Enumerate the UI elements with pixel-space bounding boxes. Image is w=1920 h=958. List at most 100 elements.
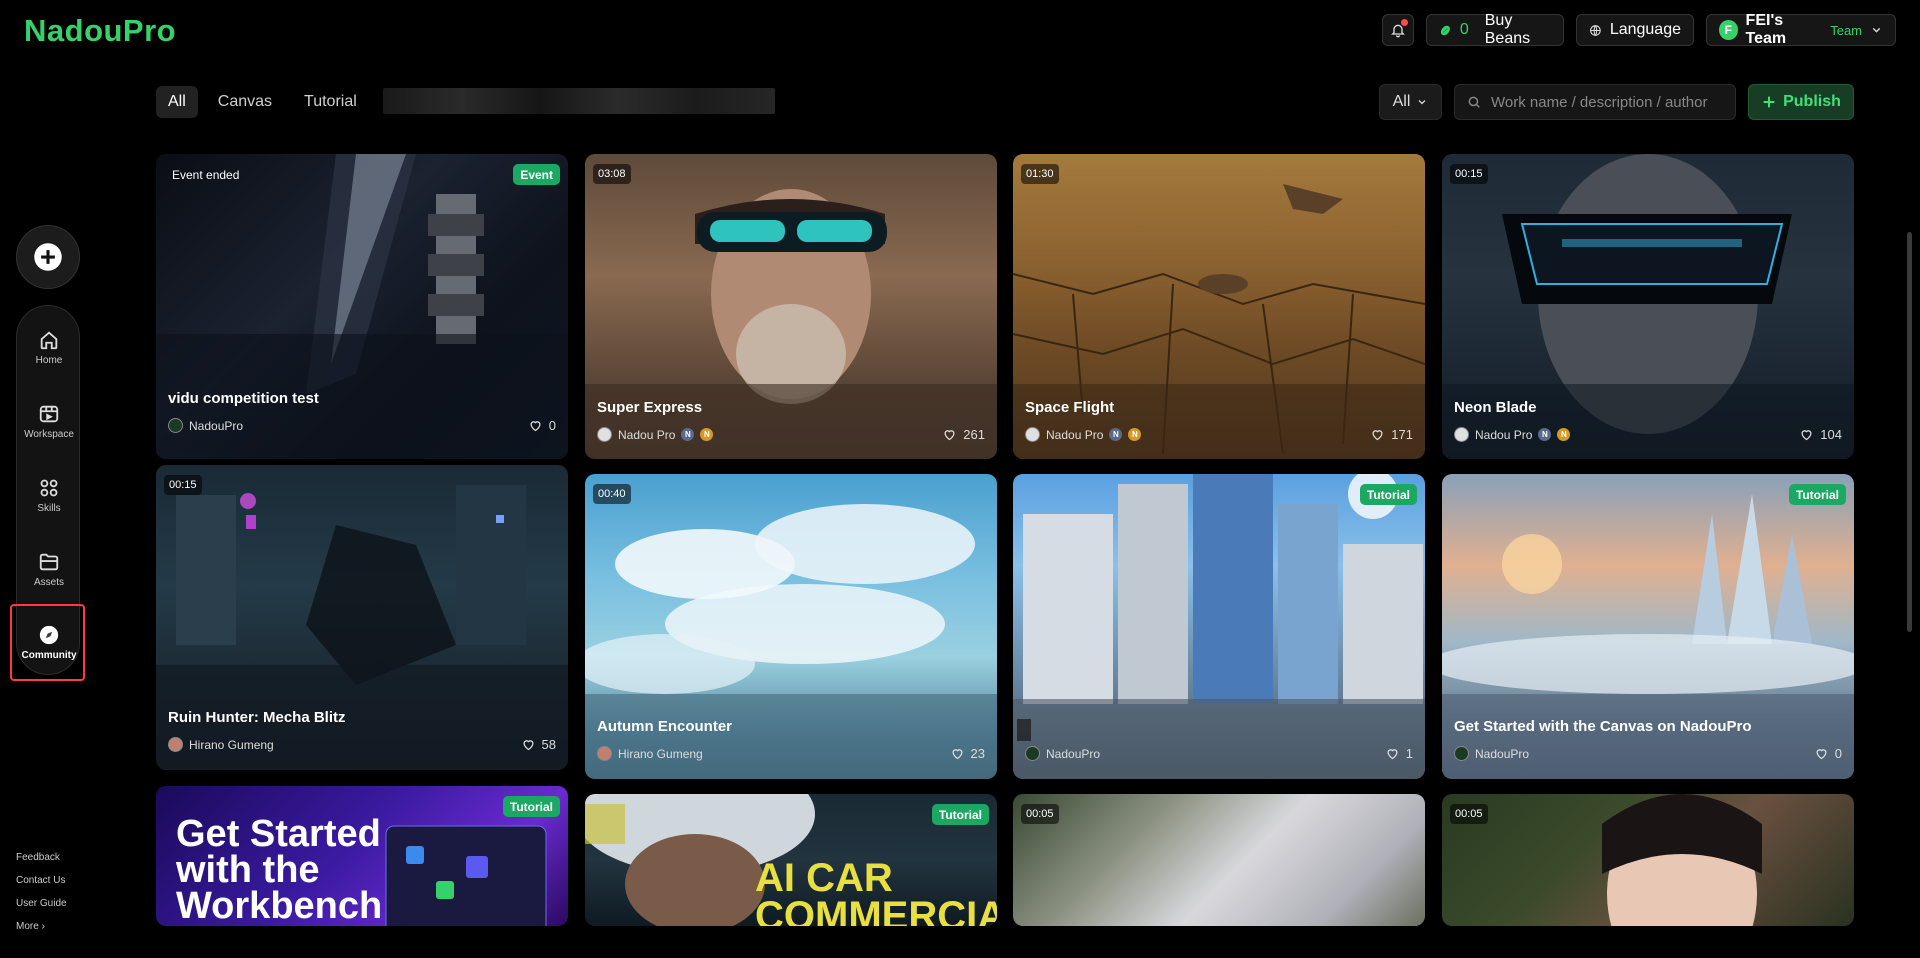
team-tag: Team (1830, 22, 1863, 38)
like-button[interactable]: 171 (1370, 427, 1413, 442)
like-count: 261 (963, 427, 985, 442)
author-name: Hirano Gumeng (189, 737, 274, 752)
like-count: 23 (970, 746, 985, 761)
heart-icon (1372, 430, 1383, 441)
author-name: Nadou Pro (618, 427, 676, 442)
sidebar-item-assets[interactable]: Assets (17, 536, 81, 602)
work-card[interactable]: AI CAR COMMERCIAL Tutorial (585, 794, 997, 926)
heart-icon (952, 749, 963, 760)
notifications-button[interactable] (1382, 14, 1414, 46)
work-card[interactable]: 00:15 Ruin Hunter: Mecha Blitz Hirano Gu… (156, 465, 568, 770)
like-button[interactable]: 1 (1385, 746, 1413, 761)
duration-badge: 00:15 (164, 475, 202, 495)
sidebar-item-label: Workspace (24, 428, 74, 440)
type-select[interactable]: All (1379, 84, 1442, 120)
sidebar-item-skills[interactable]: Skills (17, 462, 81, 528)
like-count: 1 (1405, 746, 1413, 761)
more-link[interactable]: More › (16, 921, 67, 932)
sidebar-item-home[interactable]: Home (17, 314, 81, 380)
work-card[interactable]: 03:08 Super Express Nadou Pro N N 261 (585, 154, 997, 459)
user-guide-link[interactable]: User Guide (16, 898, 67, 909)
work-card[interactable]: 01:30 Space Flight Nadou Pro N N 171 (1013, 154, 1425, 459)
category-tabs: All Canvas Tutorial (156, 86, 369, 118)
chevron-down-icon (1418, 100, 1426, 105)
card-author[interactable]: Hirano Gumeng (168, 737, 274, 752)
duration-badge: 00:40 (593, 484, 631, 504)
card-tag: Event (513, 164, 560, 185)
tab-all[interactable]: All (156, 86, 198, 118)
publish-button[interactable]: Publish (1748, 84, 1854, 120)
like-count: 0 (1834, 746, 1842, 761)
like-count: 0 (548, 418, 556, 433)
work-card[interactable]: Event ended Event vidu competition test … (156, 154, 568, 459)
avatar (597, 746, 612, 761)
team-name: FEI's Team (1745, 12, 1787, 47)
card-title: Neon Blade (1454, 399, 1537, 416)
tab-canvas[interactable]: Canvas (206, 86, 284, 118)
like-button[interactable]: 23 (950, 746, 985, 761)
publish-label: Publish (1783, 93, 1841, 110)
compass-icon (39, 625, 59, 644)
search-input[interactable] (1491, 93, 1721, 111)
work-card[interactable]: 00:05 (1013, 794, 1425, 926)
card-title: Space Flight (1025, 399, 1115, 416)
scrollbar[interactable] (1907, 232, 1912, 632)
like-button[interactable]: 0 (1814, 746, 1842, 761)
card-author[interactable]: Nadou Pro N N (1025, 427, 1142, 442)
badge-n-gold-icon: N (1557, 428, 1571, 441)
work-card[interactable]: 00:05 (1442, 794, 1854, 926)
card-author[interactable]: NadouPro (1025, 746, 1100, 761)
sidebar-item-workspace[interactable]: Workspace (17, 388, 81, 454)
footer-links: Feedback Contact Us User Guide More › (16, 852, 67, 932)
work-card[interactable]: Get Started with the Workbench Tutorial (156, 786, 568, 926)
like-button[interactable]: 104 (1799, 427, 1842, 442)
create-button[interactable] (16, 225, 80, 289)
work-card[interactable]: 00:15 Neon Blade Nadou Pro N N 104 (1442, 154, 1854, 459)
like-button[interactable]: 0 (528, 418, 556, 433)
card-author[interactable]: Nadou Pro N N (1454, 427, 1571, 442)
globe-icon (1590, 24, 1601, 36)
author-name: NadouPro (1046, 746, 1101, 761)
card-tag: Tutorial (1788, 484, 1846, 505)
badge-n-icon: N (1109, 428, 1123, 441)
team-switcher[interactable]: F FEI's Team Team (1706, 12, 1896, 47)
work-card[interactable]: Tutorial NadouPro 1 (1013, 474, 1425, 779)
type-select-value: All (1392, 93, 1411, 110)
avatar (1454, 427, 1469, 442)
card-title: Autumn Encounter (597, 718, 732, 735)
sidebar-item-label: Community (21, 649, 77, 661)
contact-link[interactable]: Contact Us (16, 875, 67, 886)
event-status: Event ended (172, 168, 240, 182)
filter-actions: All Publish (1379, 84, 1854, 120)
card-thumbnail (156, 154, 568, 459)
sidebar-item-label: Home (35, 354, 63, 366)
tab-tutorial[interactable]: Tutorial (292, 86, 369, 118)
like-count: 171 (1391, 427, 1413, 442)
buy-beans-button[interactable]: 0 Buy Beans (1426, 12, 1564, 47)
search-icon (1468, 96, 1480, 108)
logo[interactable]: NadouPro (24, 13, 176, 49)
duration-badge: 03:08 (593, 164, 631, 184)
card-author[interactable]: Nadou Pro N N (597, 427, 714, 442)
buy-beans-label: Buy Beans (1484, 12, 1531, 47)
language-button[interactable]: Language (1576, 14, 1694, 46)
chevron-down-icon (1872, 27, 1881, 33)
avatar (597, 427, 612, 442)
like-button[interactable]: 58 (521, 737, 556, 752)
sidebar-item-label: Assets (33, 576, 64, 588)
search-box (1454, 84, 1736, 120)
card-author[interactable]: Hirano Gumeng (597, 746, 703, 761)
author-name: Nadou Pro (1475, 427, 1533, 442)
card-author[interactable]: NadouPro (1454, 746, 1529, 761)
sidebar-item-label: Skills (37, 502, 61, 514)
like-button[interactable]: 261 (942, 427, 985, 442)
work-card[interactable]: 00:40 Autumn Encounter Hirano Gumeng 23 (585, 474, 997, 779)
header-actions: 0 Buy Beans Language F FEI's Team Team (1382, 12, 1896, 47)
feedback-link[interactable]: Feedback (16, 852, 67, 863)
card-author[interactable]: NadouPro (168, 418, 243, 433)
work-card[interactable]: Tutorial Get Started with the Canvas on … (1442, 474, 1854, 779)
author-name: NadouPro (1475, 746, 1530, 761)
home-icon (40, 330, 58, 349)
card-title: vidu competition test (168, 390, 319, 407)
heart-icon (1801, 430, 1812, 441)
